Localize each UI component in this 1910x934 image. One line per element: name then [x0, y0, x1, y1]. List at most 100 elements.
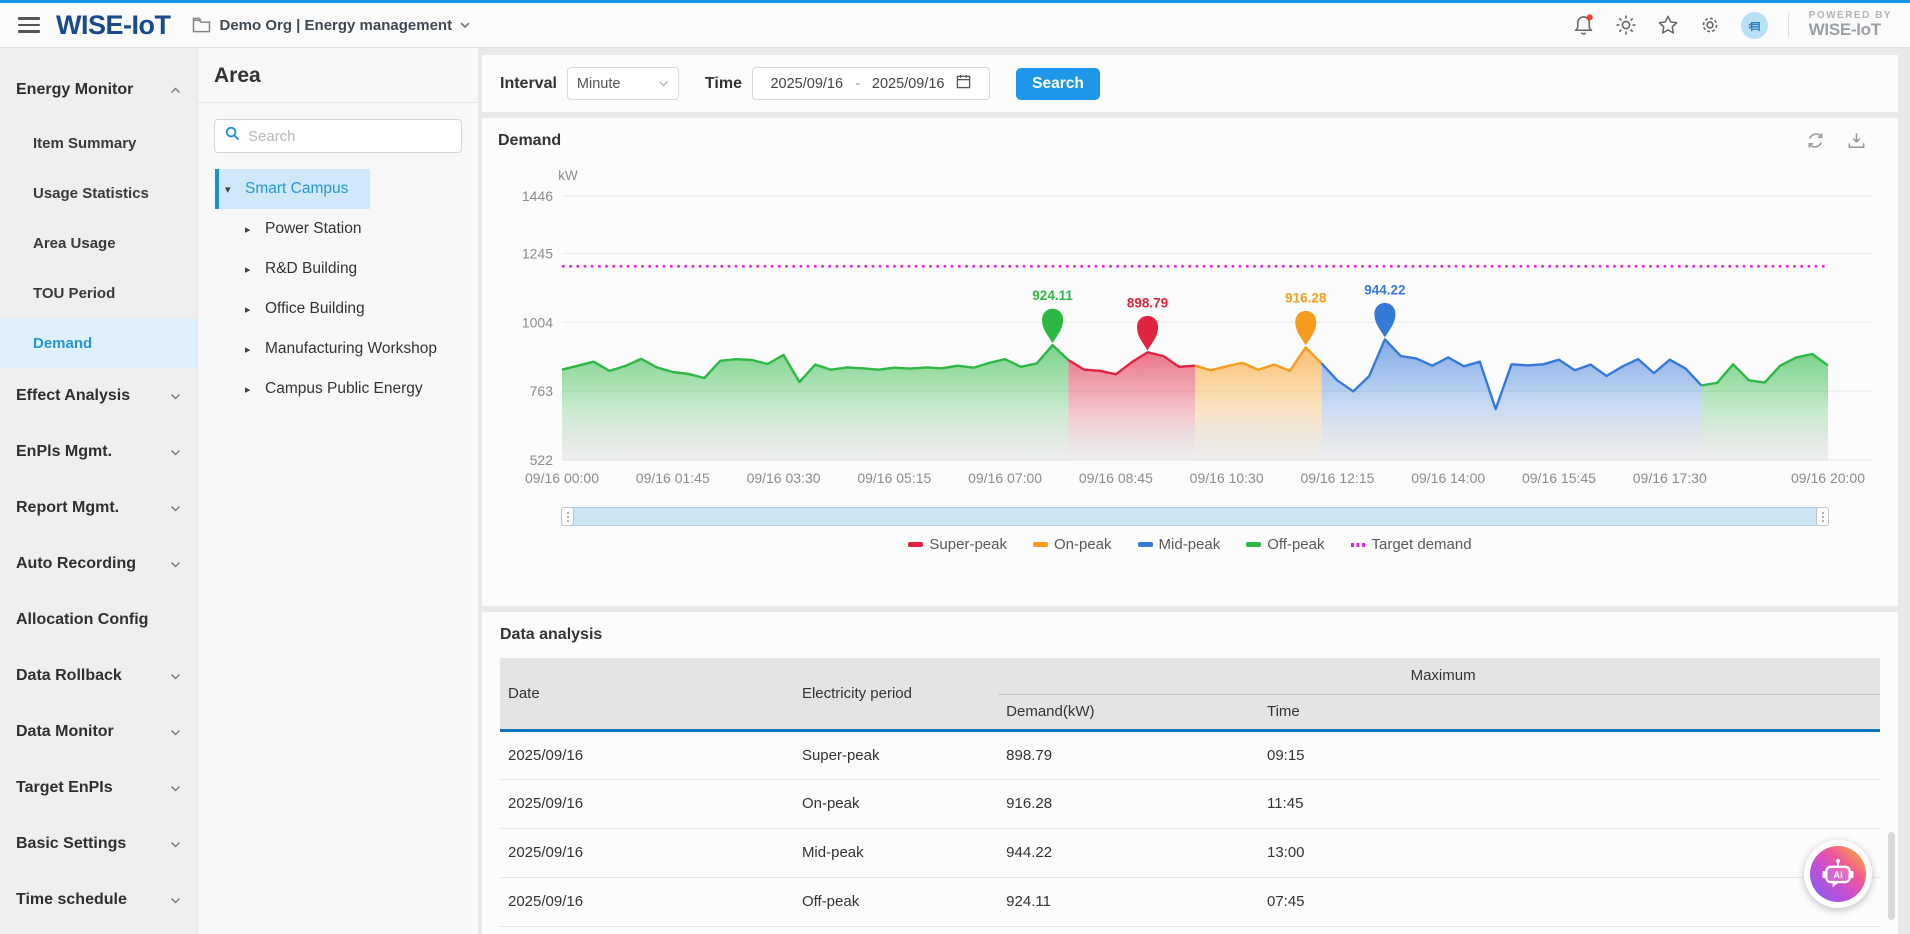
- folder-icon: [192, 17, 211, 33]
- data-analysis-table: Date Electricity period Maximum Demand(k…: [500, 658, 1880, 927]
- tree-node-office-building[interactable]: ▸Office Building: [235, 289, 387, 329]
- cell-demand: 944.22: [998, 828, 1259, 877]
- svg-text:09/16 05:15: 09/16 05:15: [857, 470, 931, 486]
- ai-assistant-button[interactable]: AI: [1804, 840, 1872, 908]
- sidebar-item-effect-analysis[interactable]: Effect Analysis: [0, 368, 197, 424]
- favorite-star-icon[interactable]: [1657, 14, 1679, 36]
- sidebar-item-label: Report Mgmt.: [16, 499, 119, 517]
- sidebar-item-label: Effect Analysis: [16, 387, 130, 405]
- legend-marker: [1033, 542, 1048, 547]
- settings-gear-icon[interactable]: [1699, 14, 1721, 36]
- sidebar-item-label: Allocation Config: [16, 611, 148, 629]
- chevron-down-icon: [170, 392, 181, 401]
- legend-item-off-peak[interactable]: Off-peak: [1246, 536, 1324, 553]
- date-range-picker[interactable]: 2025/09/16 - 2025/09/16: [752, 67, 990, 100]
- app-header: WISE-IoT Demo Org | Energy management PO…: [0, 3, 1910, 48]
- chevron-up-icon: [170, 86, 181, 95]
- sidebar-item-time-schedule[interactable]: Time schedule: [0, 872, 197, 928]
- date-end: 2025/09/16: [872, 76, 945, 92]
- org-switcher[interactable]: Demo Org | Energy management: [192, 17, 470, 34]
- sidebar-item-label: Basic Settings: [16, 835, 126, 853]
- chevron-down-icon: [170, 896, 181, 905]
- search-button[interactable]: Search: [1016, 68, 1100, 100]
- sidebar-item-label: Energy Monitor: [16, 81, 133, 99]
- demand-chart-card: Demand 522763100412451446kW09/16 00:0009…: [482, 118, 1898, 606]
- chart-zoom-slider[interactable]: [562, 507, 1828, 526]
- sidebar-item-data-rollback[interactable]: Data Rollback: [0, 648, 197, 704]
- legend-item-mid-peak[interactable]: Mid-peak: [1138, 536, 1221, 553]
- svg-text:09/16 14:00: 09/16 14:00: [1411, 470, 1485, 486]
- table-row: 2025/09/16On-peak916.2811:45: [500, 779, 1880, 828]
- svg-text:1245: 1245: [522, 245, 553, 261]
- svg-text:09/16 12:15: 09/16 12:15: [1300, 470, 1374, 486]
- sidebar-item-label: EnPls Mgmt.: [16, 443, 112, 461]
- sidebar-item-auto-recording[interactable]: Auto Recording: [0, 536, 197, 592]
- sidebar-item-data-monitor[interactable]: Data Monitor: [0, 704, 197, 760]
- tree-collapsed-caret-icon: ▸: [245, 263, 255, 276]
- legend-label: Mid-peak: [1159, 536, 1221, 553]
- tree-node-label: Power Station: [265, 220, 362, 238]
- tree-node-label: Smart Campus: [245, 180, 348, 198]
- tree-node-r-d-building[interactable]: ▸ R&D Building: [235, 249, 379, 289]
- legend-item-super-peak[interactable]: Super-peak: [908, 536, 1007, 553]
- tree-node-label: Office Building: [265, 300, 365, 318]
- svg-text:1446: 1446: [522, 188, 553, 204]
- download-icon[interactable]: [1847, 131, 1866, 150]
- sidebar-item-target-enpis[interactable]: Target EnPIs: [0, 760, 197, 816]
- legend-item-on-peak[interactable]: On-peak: [1033, 536, 1112, 553]
- calendar-icon: [956, 74, 971, 93]
- col-header-date: Date: [500, 658, 794, 730]
- legend-item-target-demand[interactable]: Target demand: [1351, 536, 1472, 553]
- sidebar-item-allocation-config[interactable]: Allocation Config: [0, 592, 197, 648]
- svg-text:09/16 08:45: 09/16 08:45: [1079, 470, 1153, 486]
- sidebar-item-label: Area Usage: [33, 235, 116, 252]
- legend-label: Super-peak: [929, 536, 1007, 553]
- hamburger-menu-icon[interactable]: [18, 17, 40, 33]
- sidebar-item-energy-monitor[interactable]: Energy Monitor: [0, 62, 197, 118]
- sidebar-item-demand[interactable]: Demand: [0, 318, 197, 368]
- svg-text:898.79: 898.79: [1127, 295, 1168, 310]
- tree-node-label: R&D Building: [265, 260, 357, 278]
- slider-right-handle[interactable]: [1816, 507, 1829, 526]
- sidebar-item-label: Time schedule: [16, 891, 127, 909]
- tree-node-power-station[interactable]: ▸Power Station: [235, 209, 384, 249]
- interval-select[interactable]: Minute: [567, 67, 679, 100]
- area-search-input[interactable]: [248, 128, 451, 145]
- ai-robot-icon: AI: [1820, 856, 1856, 892]
- date-start: 2025/09/16: [770, 76, 843, 92]
- cell-time: 11:45: [1259, 779, 1880, 828]
- table-scrollbar-thumb[interactable]: [1888, 832, 1895, 920]
- sidebar-item-label: Data Rollback: [16, 667, 122, 685]
- demand-chart: 522763100412451446kW09/16 00:0009/16 01:…: [498, 150, 1882, 492]
- chevron-down-icon: [170, 560, 181, 569]
- tree-node-label: Manufacturing Workshop: [265, 340, 437, 358]
- cell-demand: 924.11: [998, 877, 1259, 926]
- tree-node-campus-public-energy[interactable]: ▸Campus Public Energy: [235, 369, 445, 409]
- tree-collapsed-caret-icon: ▸: [245, 343, 255, 356]
- tree-node-manufacturing-workshop[interactable]: ▸ Manufacturing Workshop: [235, 329, 459, 369]
- tree-node-smart-campus[interactable]: ▾Smart Campus: [215, 169, 370, 209]
- ai-assistant-gradient: AI: [1810, 846, 1866, 902]
- legend-marker: [908, 542, 923, 547]
- sidebar-item-report-mgmt[interactable]: Report Mgmt.: [0, 480, 197, 536]
- chevron-down-icon: [170, 728, 181, 737]
- svg-text:09/16 20:00: 09/16 20:00: [1791, 470, 1865, 486]
- svg-text:09/16 01:45: 09/16 01:45: [636, 470, 710, 486]
- cell-date: 2025/09/16: [500, 730, 794, 779]
- cell-period: Off-peak: [794, 877, 998, 926]
- sidebar-item-tou-period[interactable]: TOU Period: [0, 268, 197, 318]
- user-avatar[interactable]: [1741, 12, 1768, 39]
- svg-text:09/16 00:00: 09/16 00:00: [525, 470, 599, 486]
- cell-period: Mid-peak: [794, 828, 998, 877]
- sidebar-item-basic-settings[interactable]: Basic Settings: [0, 816, 197, 872]
- query-toolbar: Interval Minute Time 2025/09/16 - 2025/0…: [482, 55, 1898, 112]
- notifications-bell-icon[interactable]: [1573, 14, 1595, 36]
- sidebar-item-item-summary[interactable]: Item Summary: [0, 118, 197, 168]
- sidebar-item-area-usage[interactable]: Area Usage: [0, 218, 197, 268]
- sidebar-item-enpls-mgmt[interactable]: EnPls Mgmt.: [0, 424, 197, 480]
- brightness-sun-icon[interactable]: [1615, 14, 1637, 36]
- sidebar-item-usage-statistics[interactable]: Usage Statistics: [0, 168, 197, 218]
- svg-text:09/16 17:30: 09/16 17:30: [1633, 470, 1707, 486]
- refresh-icon[interactable]: [1806, 131, 1825, 150]
- slider-left-handle[interactable]: [561, 507, 574, 526]
